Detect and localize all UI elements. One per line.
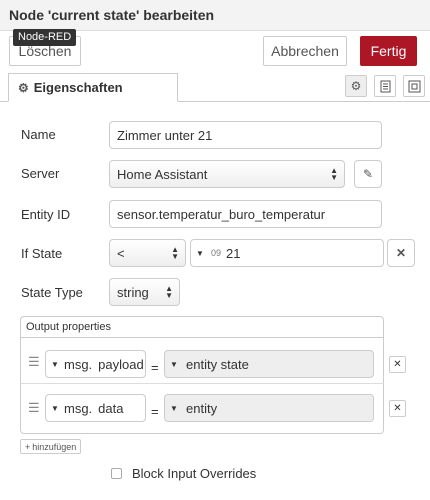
- output-property-row: ☰ ▼ msg. payload = ▼ entity state ✕: [20, 338, 406, 384]
- if-state-value: 21: [226, 245, 241, 261]
- gear-icon: ⚙: [18, 80, 29, 95]
- block-input-overrides-label: Block Input Overrides: [132, 466, 257, 481]
- property-name: payload: [98, 356, 144, 372]
- state-type-label: State Type: [21, 285, 83, 300]
- remove-row-button[interactable]: ✕: [389, 400, 406, 417]
- name-input[interactable]: Zimmer unter 21: [109, 121, 382, 149]
- close-icon: ✕: [393, 403, 402, 414]
- msg-prefix: msg.: [64, 400, 93, 416]
- entity-id-label: Entity ID: [21, 207, 71, 222]
- if-state-value-input[interactable]: ▼ 09 21: [190, 239, 384, 267]
- cancel-button[interactable]: Abbrechen: [263, 36, 347, 66]
- server-label: Server: [21, 166, 60, 181]
- value-text: entity: [186, 400, 218, 416]
- output-property-row: ☰ ▼ msg. data = ▼ entity ✕: [20, 384, 406, 430]
- server-select[interactable]: Home Assistant ▲ ▼: [109, 160, 345, 188]
- close-icon: ✕: [395, 246, 407, 260]
- equals-sign: =: [151, 404, 159, 419]
- value-select[interactable]: ▼ entity: [164, 394, 374, 422]
- if-state-label: If State: [21, 246, 63, 261]
- server-select-value: Home Assistant: [117, 166, 208, 182]
- select-arrows-icon: ▲ ▼: [165, 284, 173, 300]
- property-input[interactable]: ▼ msg. payload: [45, 350, 146, 378]
- add-property-label: hinzufügen: [32, 441, 77, 452]
- pencil-icon: ✎: [362, 167, 374, 181]
- type-dropdown-icon[interactable]: ▼: [46, 404, 64, 413]
- close-icon: ✕: [393, 359, 402, 370]
- description-tab-icon[interactable]: [374, 75, 396, 97]
- equals-sign: =: [151, 360, 159, 375]
- type-dropdown-icon[interactable]: ▼: [191, 249, 209, 258]
- plus-icon: +: [25, 441, 31, 452]
- output-properties-list: ☰ ▼ msg. payload = ▼ entity state ✕ ☰ ▼ …: [20, 337, 406, 430]
- type-dropdown-icon[interactable]: ▼: [165, 404, 183, 413]
- clear-if-state-button[interactable]: ✕: [387, 239, 415, 267]
- entity-id-input[interactable]: sensor.temperatur_buro_temperatur: [109, 200, 382, 228]
- msg-prefix: msg.: [64, 356, 93, 372]
- done-button[interactable]: Fertig: [360, 36, 417, 66]
- drag-handle-icon[interactable]: ☰: [28, 354, 40, 370]
- number-type-icon: 09: [211, 248, 222, 258]
- state-type-value: string: [117, 284, 149, 300]
- if-state-operator-value: <: [117, 245, 125, 261]
- add-property-button[interactable]: + hinzufügen: [20, 439, 82, 454]
- tray-title: Node 'current state' bearbeiten: [9, 7, 215, 23]
- remove-row-button[interactable]: ✕: [389, 356, 406, 373]
- drag-handle-icon[interactable]: ☰: [28, 400, 40, 416]
- tooltip: Node-RED: [13, 29, 77, 46]
- edit-server-button[interactable]: ✎: [354, 160, 382, 188]
- tab-properties-label: Eigenschaften: [33, 80, 123, 95]
- property-name: data: [98, 400, 124, 416]
- tray-header: Node 'current state' bearbeiten: [0, 0, 430, 31]
- type-dropdown-icon[interactable]: ▼: [165, 360, 183, 369]
- appearance-tab-icon[interactable]: [403, 75, 425, 97]
- property-input[interactable]: ▼ msg. data: [45, 394, 146, 422]
- settings-tab-icon[interactable]: ⚙: [345, 75, 367, 97]
- if-state-operator-select[interactable]: < ▲ ▼: [109, 239, 186, 267]
- block-input-overrides-checkbox[interactable]: [111, 468, 122, 479]
- name-label: Name: [21, 127, 56, 142]
- value-select[interactable]: ▼ entity state: [164, 350, 374, 378]
- output-properties-title: Output properties: [26, 321, 111, 333]
- value-text: entity state: [186, 356, 249, 372]
- select-arrows-icon: ▲ ▼: [330, 166, 338, 182]
- state-type-select[interactable]: string ▲ ▼: [109, 278, 180, 306]
- tab-properties[interactable]: ⚙ Eigenschaften: [8, 73, 178, 102]
- type-dropdown-icon[interactable]: ▼: [46, 360, 64, 369]
- select-arrows-icon: ▲ ▼: [171, 245, 179, 261]
